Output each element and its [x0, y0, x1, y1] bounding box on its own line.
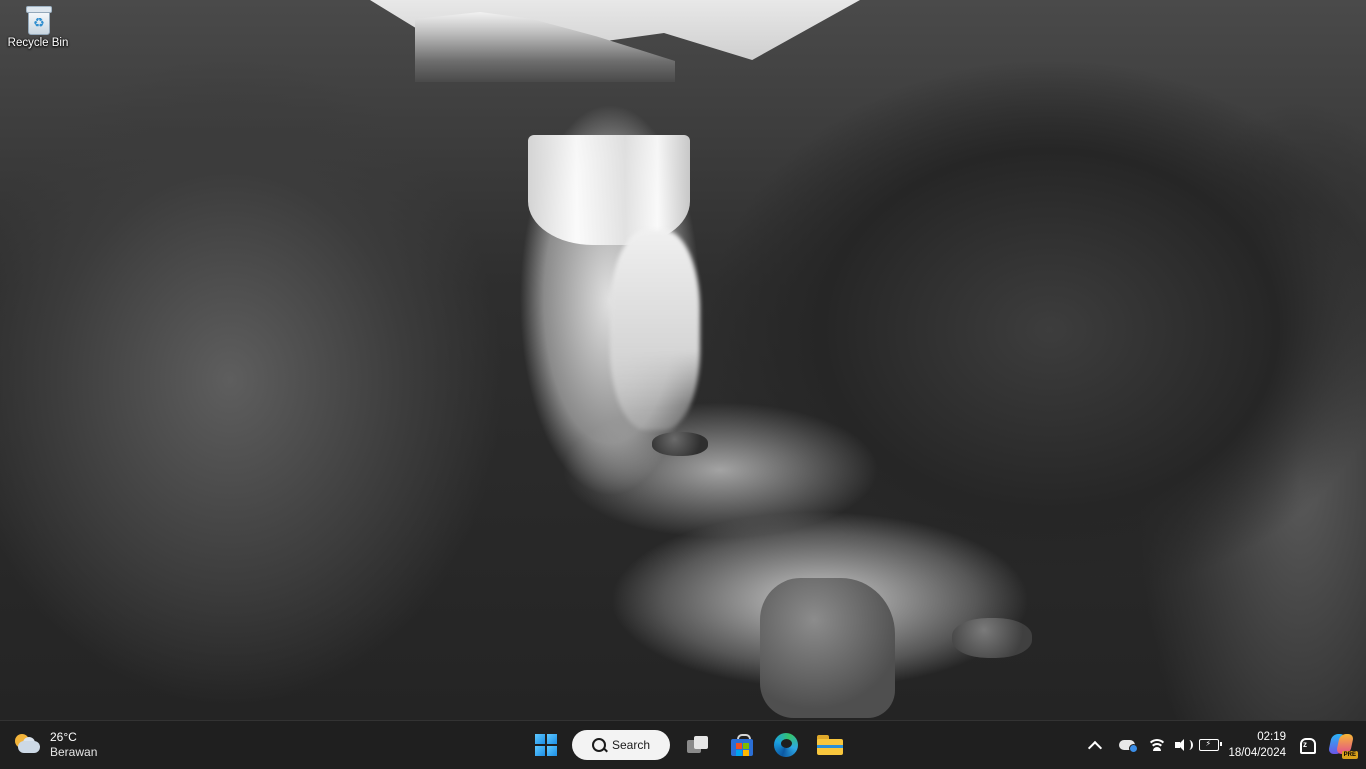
notifications-button[interactable]: z [1294, 729, 1320, 761]
copilot-preview-badge: PRE [1341, 751, 1358, 759]
search-label: Search [611, 738, 651, 752]
weather-condition: Berawan [50, 745, 98, 759]
speaker-icon [1175, 738, 1194, 752]
windows-start-icon [535, 734, 557, 756]
notification-bell-icon: z [1299, 737, 1316, 754]
partly-cloudy-icon [12, 732, 42, 758]
wallpaper-stream [610, 230, 700, 430]
store-icon [731, 734, 753, 756]
desktop-wallpaper [0, 0, 1366, 720]
edge-button[interactable] [766, 725, 806, 765]
volume-button[interactable] [1170, 729, 1196, 761]
copilot-button[interactable]: PRE [1327, 731, 1358, 759]
taskbar-search-button[interactable]: Search [572, 730, 670, 760]
clock-button[interactable]: 02:19 18/04/2024 [1228, 729, 1286, 761]
weather-temperature: 26°C [50, 730, 77, 744]
desktop-icon-label: Recycle Bin [7, 37, 69, 49]
weather-widget[interactable]: 26°C Berawan [12, 727, 97, 763]
wallpaper-rock [760, 578, 895, 718]
taskbar-center: Search [526, 725, 854, 765]
recycle-bin-icon: ♻ [25, 6, 52, 35]
microsoft-store-button[interactable] [722, 725, 762, 765]
wallpaper-rock [652, 432, 708, 456]
wallpaper-rock [952, 618, 1032, 658]
edge-icon [774, 733, 798, 757]
battery-charging-icon: ⚡ [1199, 739, 1223, 751]
battery-button[interactable]: ⚡ [1196, 729, 1223, 761]
desktop-icon-recycle-bin[interactable]: ♻ Recycle Bin [4, 4, 72, 60]
system-tray: ⚡ 02:19 18/04/2024 z PRE [1082, 725, 1366, 765]
file-explorer-icon [817, 735, 843, 755]
task-view-icon [687, 736, 709, 754]
file-explorer-button[interactable] [810, 725, 850, 765]
chevron-up-icon [1088, 740, 1103, 755]
wifi-icon [1149, 739, 1166, 751]
clock-date: 18/04/2024 [1228, 747, 1286, 759]
search-icon [591, 738, 606, 752]
network-button[interactable] [1144, 729, 1170, 761]
taskbar: 26°C Berawan Search ⚡ 02:19 18/04/2024 z… [0, 720, 1366, 769]
cloud-sync-icon [1119, 740, 1139, 753]
wallpaper-waterfall [528, 135, 690, 245]
start-button[interactable] [526, 725, 566, 765]
clock-time: 02:19 [1257, 731, 1286, 743]
task-view-button[interactable] [678, 725, 718, 765]
show-hidden-icons-button[interactable] [1082, 729, 1108, 761]
onedrive-sync-button[interactable] [1114, 729, 1140, 761]
